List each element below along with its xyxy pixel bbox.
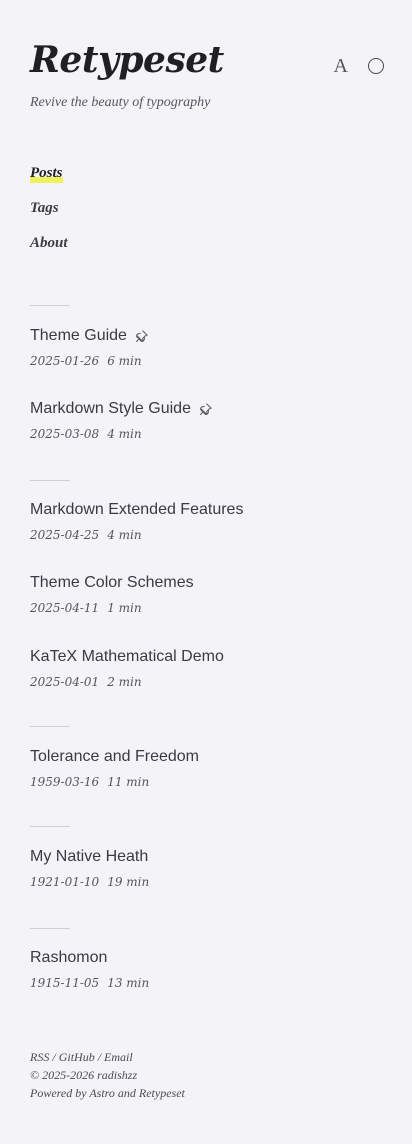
post-read-time: 19 min (107, 875, 150, 889)
post-item[interactable]: Theme Guide 2025-01-26 6 min (30, 326, 149, 369)
nav-item-posts[interactable]: Posts (30, 164, 63, 183)
post-date: 2025-04-25 (30, 528, 100, 542)
post-item[interactable]: Rashomon 1915-11-05 13 min (30, 948, 149, 991)
post-read-time: 13 min (107, 976, 150, 990)
post-item[interactable]: Markdown Extended Features 2025-04-25 4 m… (30, 500, 243, 543)
post-title[interactable]: Theme Color Schemes (30, 573, 194, 593)
post-read-time: 1 min (107, 601, 142, 615)
post-item[interactable]: Markdown Style Guide 2025-03-08 4 min (30, 399, 213, 442)
divider (30, 726, 70, 727)
post-title[interactable]: Rashomon (30, 948, 107, 968)
post-date: 2025-01-26 (30, 354, 100, 368)
pin-icon (135, 329, 148, 342)
post-item[interactable]: My Native Heath 1921-01-10 19 min (30, 847, 149, 890)
post-title[interactable]: Markdown Extended Features (30, 500, 243, 520)
post-read-time: 2 min (107, 675, 142, 689)
nav-item-about[interactable]: About (30, 234, 68, 253)
divider (30, 305, 70, 306)
post-read-time: 4 min (107, 427, 142, 441)
divider (30, 480, 70, 481)
post-item[interactable]: KaTeX Mathematical Demo 2025-04-01 2 min (30, 647, 224, 690)
site-description: Revive the beauty of typography (30, 95, 211, 110)
post-item[interactable]: Tolerance and Freedom 1959-03-16 11 min (30, 747, 199, 790)
post-date: 1915-11-05 (30, 976, 100, 990)
post-title[interactable]: My Native Heath (30, 847, 148, 867)
post-title[interactable]: Theme Guide (30, 326, 127, 346)
post-date: 1959-03-16 (30, 775, 100, 789)
theme-toggle-icon[interactable] (368, 58, 384, 74)
email-link[interactable]: Email (104, 1050, 133, 1064)
powered-by: Powered by Astro and Retypeset (30, 1086, 185, 1100)
post-date: 1921-01-10 (30, 875, 100, 889)
main-nav: Posts Tags About (30, 164, 68, 253)
post-read-time: 4 min (107, 528, 142, 542)
rss-link[interactable]: RSS (30, 1050, 49, 1064)
copyright: © 2025-2026 radishzz (30, 1068, 138, 1082)
site-title[interactable]: Retypeset (30, 36, 224, 84)
page: Retypeset Revive the beauty of typograph… (0, 0, 412, 1144)
post-date: 2025-04-11 (30, 601, 100, 615)
footer-separator: / (52, 1050, 56, 1064)
language-toggle-button[interactable]: A (334, 56, 348, 76)
post-item[interactable]: Theme Color Schemes 2025-04-11 1 min (30, 573, 194, 616)
post-read-time: 11 min (107, 775, 150, 789)
post-date: 2025-03-08 (30, 427, 100, 441)
github-link[interactable]: GitHub (59, 1050, 95, 1064)
footer-separator: / (97, 1050, 102, 1064)
pin-icon (199, 402, 212, 415)
divider (30, 928, 70, 929)
post-date: 2025-04-01 (30, 675, 100, 689)
post-title[interactable]: KaTeX Mathematical Demo (30, 647, 224, 667)
header-tools: A (334, 56, 384, 76)
nav-item-tags[interactable]: Tags (30, 199, 59, 218)
post-read-time: 6 min (107, 354, 142, 368)
footer-links: RSS / GitHub / Email (30, 1048, 185, 1066)
post-title[interactable]: Markdown Style Guide (30, 399, 191, 419)
post-title[interactable]: Tolerance and Freedom (30, 747, 199, 767)
footer: RSS / GitHub / Email © 2025-2026 radishz… (30, 1048, 185, 1102)
divider (30, 826, 70, 827)
